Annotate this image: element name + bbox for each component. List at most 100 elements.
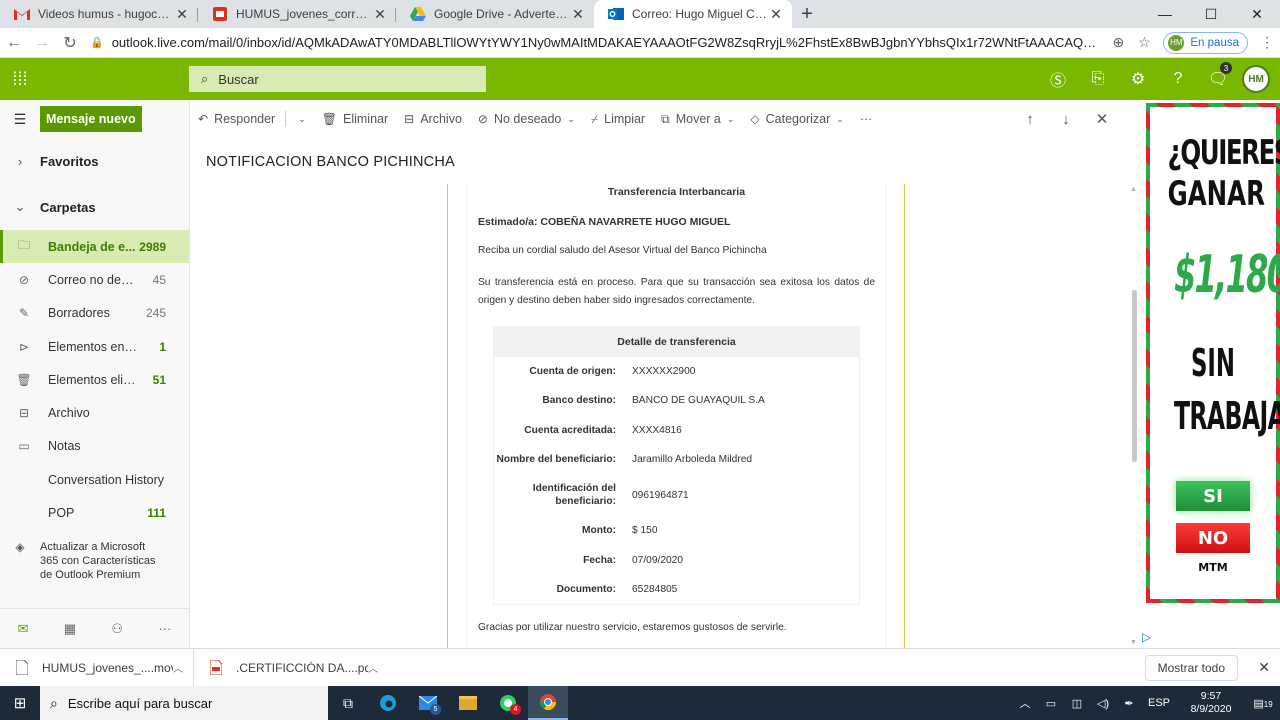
chevron-up-icon[interactable]: ︿ xyxy=(1012,695,1038,711)
detail-label: Fecha: xyxy=(583,554,616,566)
chrome-icon[interactable] xyxy=(528,686,568,720)
hamburger-menu-icon[interactable]: ☰ xyxy=(0,111,40,128)
window-controls: — ☐ ✕ xyxy=(1142,0,1280,28)
download-item[interactable]: .CERTIFICCIÓN DA....pdf ︿ xyxy=(194,649,388,687)
browser-tab-gmail[interactable]: Videos humus - hugoc28@espam ✕ xyxy=(0,0,198,28)
clock[interactable]: 9:57 8/9/2020 xyxy=(1176,690,1246,716)
new-message-button[interactable]: Mensaje nuevo xyxy=(40,106,142,132)
browser-tab-outlook[interactable]: Correo: Hugo Miguel Cobeña Na ✕ xyxy=(594,0,792,28)
ad-yes-button[interactable]: SI xyxy=(1176,481,1250,511)
folder-inbox[interactable]: 🗀 Bandeja de e... 2989 xyxy=(0,230,189,264)
folder-archive[interactable]: ⊟ Archivo xyxy=(0,396,189,429)
reply-button[interactable]: ↶ Responder xyxy=(198,112,275,126)
folder-junk[interactable]: ⊘ Correo no desea... 45 xyxy=(0,263,189,296)
windows-start-icon[interactable]: ⊞ xyxy=(0,694,40,712)
folder-deleted[interactable]: 🗑 Elementos elimin... 51 xyxy=(0,363,189,396)
add-icon[interactable]: ⊕ xyxy=(1105,34,1131,51)
more-vertical-icon[interactable]: ⋮ xyxy=(1254,34,1280,51)
account-avatar[interactable]: HM xyxy=(1242,65,1270,93)
mail-app-icon[interactable]: 5 xyxy=(408,686,448,720)
move-to-button[interactable]: ⧉ Mover a ⌄ xyxy=(661,112,734,127)
adchoices-icon[interactable]: ▷ xyxy=(1142,630,1151,644)
compose-row: ☰ Mensaje nuevo xyxy=(0,100,189,138)
notifications-icon[interactable]: 🗨 3 xyxy=(1198,62,1238,89)
calendar-icon[interactable]: ▦ xyxy=(64,621,76,637)
favorites-header[interactable]: › Favoritos xyxy=(0,138,189,184)
browser-tab-drive[interactable]: Google Drive - Advertencia de an ✕ xyxy=(396,0,594,28)
search-box[interactable]: ⌕ Buscar xyxy=(189,66,486,92)
arrow-down-icon[interactable]: ↓ xyxy=(1048,111,1084,128)
app-launcher-icon[interactable]: ⁞⁞⁞ xyxy=(0,69,40,90)
categorize-button[interactable]: ◇ Categorizar ⌄ xyxy=(750,112,843,126)
folder-conversation-history[interactable]: Conversation History xyxy=(0,463,189,496)
close-icon[interactable]: ✕ xyxy=(1258,659,1270,676)
close-tab-icon[interactable]: ✕ xyxy=(570,6,586,23)
task-view-icon[interactable]: ⧉ xyxy=(328,686,368,720)
new-tab-button[interactable]: + xyxy=(792,0,822,28)
sweep-button[interactable]: ⌿ Limpiar xyxy=(591,112,645,127)
scrollbar-thumb[interactable] xyxy=(1132,290,1137,462)
close-tab-icon[interactable]: ✕ xyxy=(174,6,190,23)
settings-gear-icon[interactable]: ⚙ xyxy=(1118,69,1158,89)
upgrade-premium-link[interactable]: ◈ Actualizar a Microsoft 365 con Caracte… xyxy=(0,530,189,582)
my-day-icon[interactable]: ⎘ xyxy=(1078,70,1118,88)
folder-pop[interactable]: POP 111 xyxy=(0,496,189,529)
folder-sent[interactable]: ⊳ Elementos enviados 1 xyxy=(0,330,189,363)
close-tab-icon[interactable]: ✕ xyxy=(372,6,388,23)
browser-tab-video[interactable]: HUMUS_jovenes_corregido.mov ✕ xyxy=(198,0,396,28)
whatsapp-icon[interactable]: 4 xyxy=(488,686,528,720)
volume-icon[interactable]: ◁) xyxy=(1090,697,1116,710)
reply-options-dropdown[interactable]: ⌄ xyxy=(292,114,306,125)
folder-drafts[interactable]: ✎ Borradores 245 xyxy=(0,297,189,330)
close-window-icon[interactable]: ✕ xyxy=(1234,0,1280,28)
delete-button[interactable]: 🗑 Eliminar xyxy=(322,112,388,126)
chevron-up-icon[interactable]: ︿ xyxy=(173,660,193,675)
skype-icon[interactable]: Ⓢ xyxy=(1038,67,1078,91)
header-actions: Ⓢ ⎘ ⚙ ? 🗨 3 HM xyxy=(1038,58,1270,100)
edge-icon[interactable] xyxy=(368,686,408,720)
ad-banner[interactable]: ¿QUIERES GANAR $1,180 SIN TRABAJAR? SI N… xyxy=(1146,103,1280,603)
scroll-down-icon[interactable]: ▼ xyxy=(1130,639,1137,646)
tab-title: Correo: Hugo Miguel Cobeña Na xyxy=(632,7,768,21)
forward-icon[interactable]: → xyxy=(28,34,56,52)
arrow-up-icon[interactable]: ↑ xyxy=(1012,111,1048,128)
notification-center-icon[interactable]: ▤19 xyxy=(1246,697,1280,710)
mail-icon[interactable]: ✉ xyxy=(18,621,29,637)
system-tray: ︿ ▭ ◫ ◁) ✒ ESP 9:57 8/9/2020 ▤19 xyxy=(1012,686,1280,720)
folders-header[interactable]: ⌄ Carpetas xyxy=(0,184,189,230)
ad-no-button[interactable]: NO xyxy=(1176,523,1250,553)
bookmark-star-icon[interactable]: ☆ xyxy=(1131,34,1157,51)
address-bar-actions: ⊕ ☆ HM En pausa ⋮ xyxy=(1105,31,1280,54)
scroll-up-icon[interactable]: ▲ xyxy=(1130,186,1137,193)
help-icon[interactable]: ? xyxy=(1158,70,1198,88)
file-explorer-icon[interactable] xyxy=(448,686,488,720)
people-icon[interactable]: ⚇ xyxy=(111,621,123,637)
close-icon[interactable]: ✕ xyxy=(1084,110,1120,128)
maximize-icon[interactable]: ☐ xyxy=(1188,0,1234,28)
detail-row: Monto: $ 150 xyxy=(494,516,859,545)
pen-icon[interactable]: ✒ xyxy=(1116,697,1142,710)
close-tab-icon[interactable]: ✕ xyxy=(768,6,784,23)
taskbar-search[interactable]: ⌕ Escribe aquí para buscar xyxy=(40,686,328,720)
show-all-downloads-button[interactable]: Mostrar todo xyxy=(1144,655,1238,681)
taskbar-search-placeholder: Escribe aquí para buscar xyxy=(67,695,213,711)
reload-icon[interactable]: ↻ xyxy=(56,33,84,53)
address-bar[interactable]: 🔒 outlook.live.com/mail/0/inbox/id/AQMkA… xyxy=(84,30,1105,56)
minimize-icon[interactable]: — xyxy=(1142,0,1188,28)
battery-icon[interactable]: ▭ xyxy=(1038,697,1064,710)
junk-button[interactable]: ⊘ No deseado ⌄ xyxy=(478,112,575,126)
chevron-up-icon[interactable]: ︿ xyxy=(368,660,388,675)
archive-button[interactable]: ⊟ Archivo xyxy=(404,112,462,126)
detail-label: Cuenta de origen: xyxy=(529,366,616,378)
download-item[interactable]: HUMUS_jovenes_....mov ︿ xyxy=(0,648,194,687)
language-indicator[interactable]: ESP xyxy=(1142,697,1176,709)
more-horizontal-icon[interactable]: ··· xyxy=(158,621,171,636)
back-icon[interactable]: ← xyxy=(0,34,28,52)
folder-notes[interactable]: ▭ Notas xyxy=(0,430,189,463)
network-icon[interactable]: ◫ xyxy=(1064,697,1090,710)
more-actions-button[interactable]: ··· xyxy=(860,112,873,126)
reading-pane-scrollbar[interactable]: ▲ ▼ xyxy=(1128,184,1140,648)
profile-button[interactable]: HM En pausa xyxy=(1163,31,1248,54)
ad-line-1: ¿QUIERES xyxy=(1167,133,1280,173)
outlook-icon xyxy=(608,6,624,22)
